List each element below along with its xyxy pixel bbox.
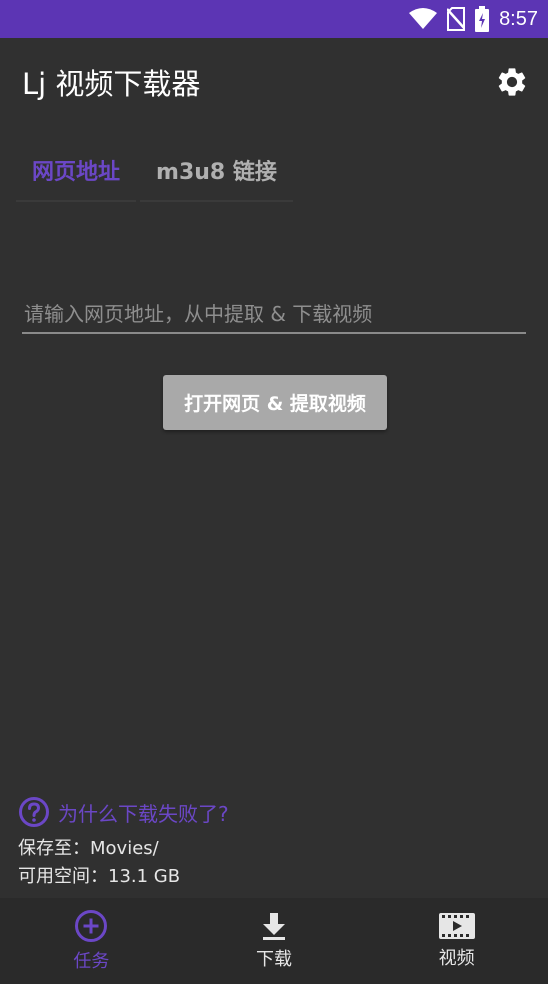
url-input[interactable]	[22, 296, 526, 332]
nav-label-downloads: 下载	[256, 949, 292, 970]
help-link[interactable]: 为什么下载失败了?	[18, 796, 229, 828]
help-text: 为什么下载失败了?	[58, 801, 229, 826]
nav-label-tasks: 任务	[73, 951, 110, 972]
settings-button[interactable]	[492, 62, 532, 102]
gear-icon	[498, 68, 526, 96]
battery-charging-icon	[475, 6, 490, 32]
question-circle-icon	[19, 797, 49, 827]
tab-m3u8-link[interactable]: m3u8 链接	[140, 140, 293, 202]
source-tabs: 网页地址 m3u8 链接	[16, 140, 293, 204]
free-space: 可用空间：13.1 GB	[18, 866, 181, 887]
video-library-icon	[438, 913, 475, 939]
wifi-icon	[409, 8, 438, 30]
bottom-nav: 任务 下载 视频	[0, 898, 548, 984]
add-circle-icon	[75, 910, 108, 942]
nav-label-videos: 视频	[438, 948, 475, 969]
nav-item-videos[interactable]: 视频	[365, 898, 548, 984]
url-input-container	[22, 296, 526, 334]
app-bar: Lj 视频下载器	[0, 38, 548, 126]
download-icon	[263, 913, 285, 940]
no-sim-icon	[447, 7, 466, 31]
save-location: 保存至：Movies/	[18, 838, 159, 859]
tab-web-url[interactable]: 网页地址	[16, 140, 137, 202]
status-time: 8:57	[499, 7, 538, 30]
open-page-extract-button[interactable]: 打开网页 & 提取视频	[163, 375, 387, 430]
app-title: Lj 视频下载器	[22, 67, 201, 101]
nav-item-downloads[interactable]: 下载	[183, 898, 366, 984]
status-bar: 8:57	[0, 0, 548, 38]
nav-item-tasks[interactable]: 任务	[0, 898, 183, 984]
